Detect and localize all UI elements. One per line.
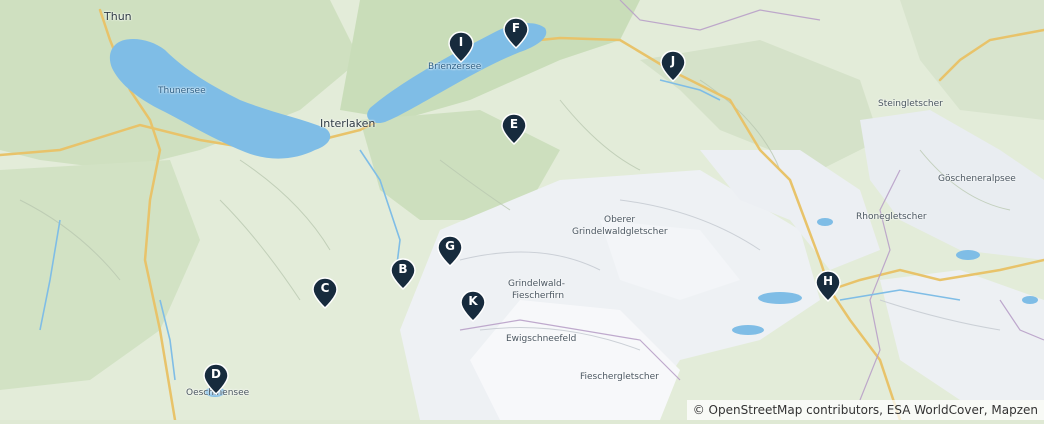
marker-label: H [822, 274, 834, 288]
map-marker-c[interactable]: C [312, 277, 338, 309]
map-marker-e[interactable]: E [501, 113, 527, 145]
place-label-goescheneralpsee: Göscheneralpsee [938, 174, 1016, 184]
place-label-ewigschneefeld: Ewigschneefeld [506, 334, 577, 344]
map-terrain [0, 0, 1044, 422]
map-marker-h[interactable]: H [815, 270, 841, 302]
marker-label: I [458, 35, 464, 49]
place-label-fieschergletscher: Fieschergletscher [580, 372, 659, 382]
place-label-steingletscher: Steingletscher [878, 99, 943, 109]
marker-label: E [509, 117, 519, 131]
marker-label: J [670, 54, 676, 68]
place-label-grindelwald-fiescherfirn-2: Fiescherfirn [512, 291, 565, 301]
map-attribution[interactable]: © OpenStreetMap contributors, ESA WorldC… [686, 400, 1044, 420]
marker-label: K [468, 294, 478, 308]
place-label-thun: Thun [104, 10, 132, 23]
map-canvas[interactable]: Thun Thunersee Interlaken Brienzersee St… [0, 0, 1044, 422]
place-label-oberer-grindelwaldgletscher-1: Oberer [604, 215, 636, 225]
map-marker-d[interactable]: D [203, 363, 229, 395]
place-label-brienzersee: Brienzersee [428, 62, 482, 72]
map-marker-b[interactable]: B [390, 258, 416, 290]
place-label-thunersee: Thunersee [158, 86, 206, 96]
map-marker-j[interactable]: J [660, 50, 686, 82]
place-label-rhonegletscher: Rhonegletscher [856, 212, 927, 222]
marker-label: B [398, 262, 408, 276]
marker-label: D [211, 367, 221, 381]
map-marker-i[interactable]: I [448, 31, 474, 63]
marker-label: F [511, 21, 521, 35]
place-label-oberer-grindelwaldgletscher-2: Grindelwaldgletscher [572, 227, 668, 237]
map-marker-g[interactable]: G [437, 235, 463, 267]
map-marker-f[interactable]: F [503, 17, 529, 49]
marker-label: G [445, 239, 455, 253]
marker-label: C [320, 281, 330, 295]
place-label-interlaken: Interlaken [320, 117, 376, 130]
place-label-grindelwald-fiescherfirn-1: Grindelwald- [508, 279, 565, 289]
map-marker-k[interactable]: K [460, 290, 486, 322]
